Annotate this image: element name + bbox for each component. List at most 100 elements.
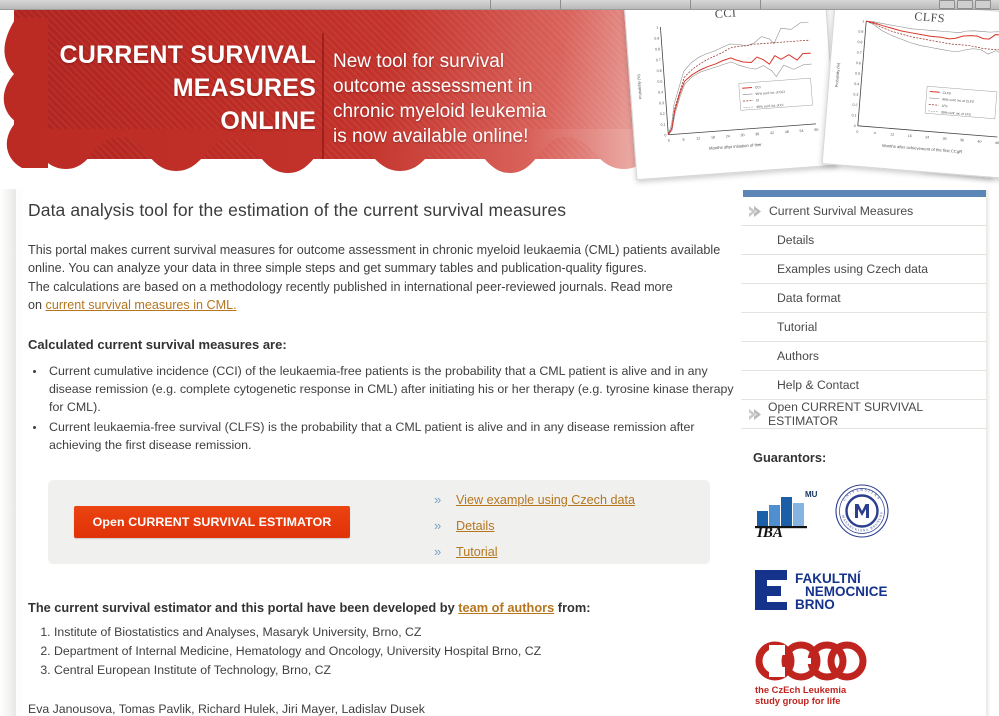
svg-text:0.4: 0.4 xyxy=(854,82,859,86)
right-sidebar: Current Survival Measures Details Exampl… xyxy=(741,190,999,429)
svg-text:0.3: 0.3 xyxy=(659,101,664,105)
cta-panel: Open CURRENT SURVIVAL ESTIMATOR » View e… xyxy=(48,479,710,564)
svg-text:0.1: 0.1 xyxy=(660,123,665,127)
link-current-survival-measures-in-cml[interactable]: current survival measures in CML. xyxy=(46,298,237,312)
svg-text:24: 24 xyxy=(726,134,730,138)
banner-subtitle-line-2: outcome assessment in xyxy=(333,76,533,97)
cell-tagline-2: study group for life xyxy=(755,695,840,706)
svg-text:0.5: 0.5 xyxy=(657,80,662,84)
page-root: CURRENT SURVIVAL MEASURES ONLINE New too… xyxy=(0,0,999,716)
sidebar-item-open-current-survival-estimator[interactable]: Open CURRENT SURVIVAL ESTIMATOR xyxy=(741,400,986,429)
link-team-of-authors[interactable]: team of authors xyxy=(458,600,554,615)
sidebar-item-data-format[interactable]: Data format xyxy=(741,284,986,313)
svg-text:1: 1 xyxy=(656,26,658,30)
svg-text:4: 4 xyxy=(874,131,876,135)
link-details[interactable]: Details xyxy=(456,519,495,533)
svg-text:36: 36 xyxy=(755,132,759,136)
intro-line-4-prefix: on xyxy=(28,298,46,313)
svg-text:60: 60 xyxy=(814,128,818,132)
chrome-divider xyxy=(760,0,761,9)
chart-card-cci: CCI 1 0.9 0.8 0.7 0.6 0.5 0.4 0.3 0.2 0.1 0 0… xyxy=(623,9,839,181)
fakultni-nemocnice-brno-logo[interactable]: FAKULTNÍ NEMOCNICE BRNO xyxy=(753,566,993,617)
list-item: Current leukaemia-free survival (CLFS) i… xyxy=(46,418,734,454)
open-current-survival-estimator-button[interactable]: Open CURRENT SURVIVAL ESTIMATOR xyxy=(74,505,350,538)
page-title: Data analysis tool for the estimation of… xyxy=(28,200,567,220)
link-tutorial[interactable]: Tutorial xyxy=(456,545,498,559)
cta-link-list: » View example using Czech data » Detail… xyxy=(434,492,635,570)
chrome-divider xyxy=(560,0,561,9)
authors-line: Eva Janousova, Tomas Pavlik, Richard Hul… xyxy=(28,701,425,716)
main-content: Data analysis tool for the estimation of… xyxy=(22,200,734,716)
sidebar-item-current-survival-measures[interactable]: Current Survival Measures xyxy=(741,197,986,226)
intro-line-1: This portal makes current survival measu… xyxy=(28,243,721,257)
svg-text:54: 54 xyxy=(799,129,803,133)
svg-text:0.8: 0.8 xyxy=(655,47,660,51)
svg-text:CLFS: CLFS xyxy=(943,91,951,96)
svg-text:0.9: 0.9 xyxy=(654,36,659,40)
svg-text:24: 24 xyxy=(925,135,929,139)
maximize-icon[interactable] xyxy=(957,0,973,9)
svg-text:12: 12 xyxy=(890,132,894,136)
window-controls[interactable] xyxy=(939,0,991,9)
svg-text:0.5: 0.5 xyxy=(855,71,860,75)
sidebar-item-authors[interactable]: Authors xyxy=(741,342,986,371)
masaryk-university-logo[interactable]: UNIVERSITAS MASARYKIANA BRUNENSIS xyxy=(830,480,893,544)
cta-link-row: » View example using Czech data xyxy=(434,492,635,518)
svg-text:0.7: 0.7 xyxy=(656,58,661,62)
measures-heading: Calculated current survival measures are… xyxy=(28,336,287,352)
banner-title-line-1: CURRENT SURVIVAL xyxy=(59,41,316,69)
banner-title: CURRENT SURVIVAL MEASURES ONLINE xyxy=(44,39,316,138)
chrome-divider xyxy=(490,0,491,9)
svg-text:42: 42 xyxy=(770,131,774,135)
svg-text:40: 40 xyxy=(977,139,981,143)
banner-title-line-2: MEASURES xyxy=(172,74,316,102)
svg-text:0.3: 0.3 xyxy=(853,92,858,96)
svg-text:0.4: 0.4 xyxy=(658,90,663,94)
banner-title-line-3: ONLINE xyxy=(220,107,316,135)
iba-logo[interactable]: MU IBA xyxy=(753,485,818,542)
sidebar-item-label: Examples using Czech data xyxy=(777,262,929,276)
banner-divider xyxy=(322,33,324,159)
link-view-example-using-czech-data[interactable]: View example using Czech data xyxy=(456,493,635,507)
developed-by-suffix: from: xyxy=(554,599,591,615)
banner-subtitle-line-1: New tool for survival xyxy=(333,51,505,72)
banner-subtitle-line-4: is now available online! xyxy=(333,126,529,147)
svg-text:1: 1 xyxy=(862,19,864,23)
sidebar-item-examples-using-czech-data[interactable]: Examples using Czech data xyxy=(741,255,986,284)
svg-text:12: 12 xyxy=(696,136,700,140)
measures-list: Current cumulative incidence (CCI) of th… xyxy=(28,362,734,454)
svg-text:0.7: 0.7 xyxy=(857,50,862,54)
double-chevron-right-icon: » xyxy=(434,543,442,559)
svg-text:0.2: 0.2 xyxy=(852,103,857,107)
svg-text:CCI: CCI xyxy=(755,85,761,89)
svg-text:0.8: 0.8 xyxy=(857,40,862,44)
close-icon[interactable] xyxy=(975,0,991,9)
sidebar-accent-bar xyxy=(743,190,986,197)
list-item: Central European Institute of Technology… xyxy=(54,661,734,680)
sidebar-item-help-and-contact[interactable]: Help & Contact xyxy=(741,371,986,400)
sidebar-item-tutorial[interactable]: Tutorial xyxy=(741,313,986,342)
svg-text:LFS: LFS xyxy=(942,104,948,108)
svg-text:6: 6 xyxy=(682,138,684,142)
cta-link-row: » Tutorial xyxy=(434,544,635,570)
chart-plot-clfs: 1 0.9 0.8 0.7 0.6 0.5 0.4 0.3 0.2 0.1 0 0 4 12… xyxy=(835,19,999,154)
chart-plot-cci: 1 0.9 0.8 0.7 0.6 0.5 0.4 0.3 0.2 0.1 0 0 6 12… xyxy=(637,21,819,151)
minimize-icon[interactable] xyxy=(939,0,955,9)
guarantors-logo-row-1: MU IBA UNIVERSITAS MASARYKIANA BRUNENS xyxy=(753,480,993,544)
cell-logo[interactable]: the CzEch Leukemia study group for life xyxy=(753,639,993,712)
svg-text:0: 0 xyxy=(856,130,858,134)
guarantors-section: Guarantors: MU IBA UNIVERSITAS MASARYKIA… xyxy=(753,450,993,716)
svg-text:30: 30 xyxy=(942,137,946,141)
developed-by-heading: The current survival estimator and this … xyxy=(28,600,734,615)
sidebar-item-details[interactable]: Details xyxy=(741,226,986,255)
sidebar-item-label: Details xyxy=(777,233,815,247)
svg-text:0.9: 0.9 xyxy=(858,30,863,34)
svg-text:0: 0 xyxy=(668,139,670,143)
svg-text:Probability (%): Probability (%) xyxy=(835,62,841,88)
double-chevron-right-icon: » xyxy=(434,491,442,507)
svg-text:IBA: IBA xyxy=(756,525,783,537)
banner-subtitle-line-3: chronic myeloid leukemia xyxy=(333,101,547,122)
svg-text:18: 18 xyxy=(711,135,715,139)
svg-text:48: 48 xyxy=(995,141,999,145)
chart-card-clfs: CLFS 1 0.9 0.8 0.7 0.6 0.5 0.4 0.3 0.2 0.1 0 … xyxy=(821,9,999,180)
